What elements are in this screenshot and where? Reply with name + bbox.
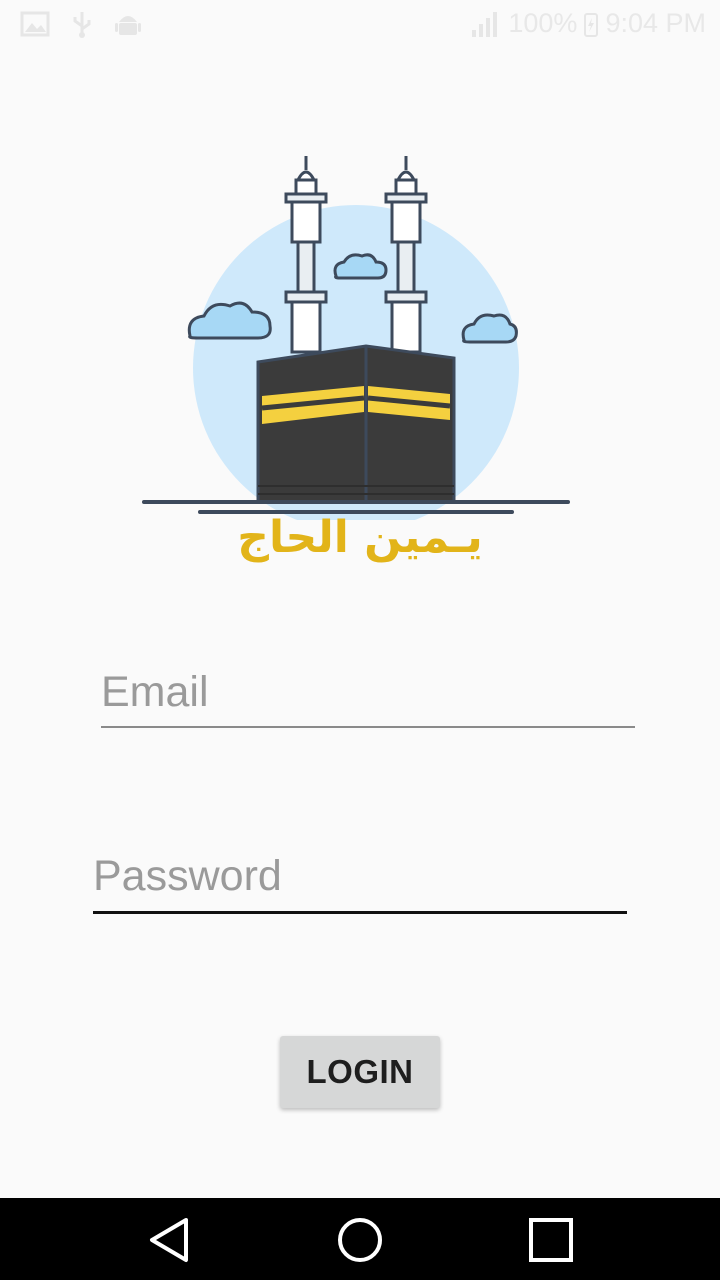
password-field[interactable]: Password	[93, 850, 627, 914]
signal-icon	[470, 10, 502, 38]
image-icon	[20, 11, 50, 37]
email-underline	[101, 726, 635, 728]
battery-percent: 100%	[508, 8, 578, 38]
email-field[interactable]: Email	[101, 666, 635, 728]
email-placeholder: Email	[101, 668, 209, 716]
navigation-bar	[0, 1198, 720, 1280]
usb-icon	[72, 10, 92, 38]
home-icon[interactable]	[335, 1216, 385, 1264]
recents-icon[interactable]	[526, 1216, 576, 1264]
android-debug-icon	[114, 10, 142, 38]
login-button[interactable]: LOGIN	[280, 1036, 440, 1108]
login-screen: 100% 9:04 PM يـمين الحاج Email Password …	[0, 0, 720, 1280]
battery-charging-icon	[583, 10, 599, 38]
status-bar: 100% 9:04 PM	[0, 0, 720, 48]
password-placeholder: Password	[93, 852, 282, 900]
password-underline	[93, 911, 627, 914]
logo-text: يـمين الحاج	[237, 512, 483, 563]
back-icon[interactable]	[146, 1216, 196, 1264]
clock: 9:04 PM	[605, 8, 706, 38]
